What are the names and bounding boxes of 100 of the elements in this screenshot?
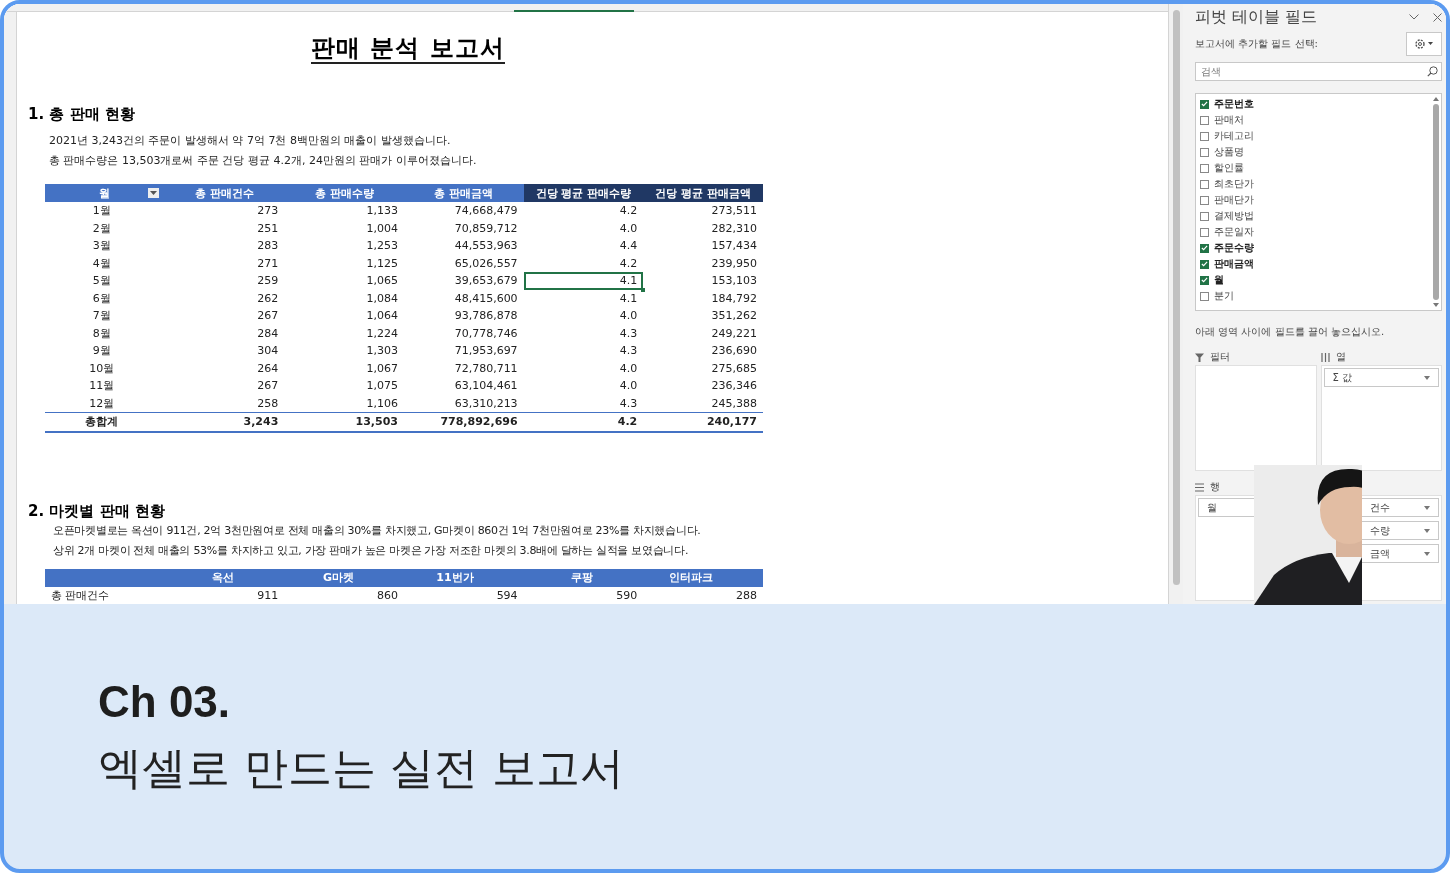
- table-cell-text: 2월: [91, 220, 112, 237]
- table-cell-text: 282,310: [710, 220, 758, 237]
- table-cell-text: 72,780,711: [453, 360, 519, 377]
- table-cell: 239,950: [643, 254, 763, 272]
- scrollbar-thumb[interactable]: [1433, 104, 1439, 300]
- table-cell-text: 262: [256, 290, 280, 307]
- checkbox[interactable]: [1200, 275, 1209, 285]
- column-header: G마켓: [284, 568, 404, 587]
- drag-hint: 아래 영역 사이에 필드를 끌어 놓으십시오.: [1195, 325, 1386, 339]
- checkbox[interactable]: [1200, 195, 1209, 205]
- checkbox[interactable]: [1200, 147, 1209, 157]
- table-cell-text: 267: [256, 308, 280, 325]
- panel-prompt: 보고서에 추가할 필드 선택:: [1195, 37, 1318, 51]
- field-label[interactable]: 주문수량: [1214, 241, 1254, 255]
- table-cell: 258: [164, 394, 285, 413]
- checkbox[interactable]: [1200, 259, 1209, 269]
- checkbox[interactable]: [1200, 227, 1209, 237]
- paragraph: 오픈마켓별로는 옥션이 911건, 2억 3천만원여로 전체 매출의 30%를 차지했고, G마켓이 860건 1억 7천만원여로 23%를 차지했습니다.: [53, 522, 702, 539]
- table-cell-text: 1,067: [365, 360, 399, 377]
- field-label[interactable]: 판매처: [1214, 113, 1244, 127]
- panel-title: 피벗 테이블 필드: [1195, 6, 1319, 28]
- field-label[interactable]: 카테고리: [1214, 129, 1254, 143]
- field-label[interactable]: 월: [1214, 273, 1224, 287]
- field-label[interactable]: 결제방법: [1214, 209, 1254, 223]
- field-label[interactable]: 상품명: [1214, 145, 1244, 159]
- area-item-label: 건수: [1370, 500, 1390, 515]
- area-label: 행: [1210, 480, 1220, 494]
- field-label[interactable]: 주문일자: [1214, 225, 1254, 239]
- columns-icon: [1320, 352, 1330, 362]
- table-cell-text: 10월: [88, 360, 116, 377]
- scroll-down-icon: [1433, 303, 1439, 307]
- column-header: 옥선: [164, 568, 285, 587]
- dropdown-icon: [1424, 528, 1430, 533]
- table-cell-text: 264: [256, 360, 280, 377]
- table-cell-text: 259: [256, 273, 280, 290]
- table-cell: 39,653,679: [403, 272, 524, 290]
- table-cell-text: 70,859,712: [453, 220, 519, 237]
- area-item-label: 월: [1207, 500, 1217, 515]
- field-label[interactable]: 분기: [1214, 289, 1234, 303]
- field-label[interactable]: 할인률: [1214, 161, 1244, 175]
- scrollbar-thumb[interactable]: [1172, 10, 1180, 585]
- section-heading: 2. 마켓별 판매 현황: [28, 500, 166, 521]
- chapter-title: 엑셀로 만드는 실전 보고서: [98, 741, 625, 795]
- settings-button[interactable]: [1406, 32, 1442, 56]
- chapter-label: Ch 03.: [98, 676, 232, 728]
- report-title: 판매 분석 보고서: [311, 34, 505, 64]
- filter-dropdown-button[interactable]: [147, 188, 159, 198]
- checkbox[interactable]: [1200, 115, 1209, 125]
- checkbox[interactable]: [1200, 163, 1209, 173]
- search-icon: [1427, 66, 1438, 77]
- column-header: 건당 평균 판매수량: [523, 184, 644, 202]
- table-cell: 1,106: [284, 394, 404, 413]
- table-cell: 3,243: [164, 412, 285, 432]
- table-cell: 245,388: [643, 394, 763, 413]
- checkbox[interactable]: [1200, 179, 1209, 189]
- close-icon: [1433, 12, 1442, 22]
- table-cell: 총 판매건수: [45, 586, 165, 604]
- table-cell-text: 4.3: [618, 325, 639, 342]
- field-label[interactable]: 주문번호: [1214, 97, 1254, 111]
- table-cell-text: 11월: [88, 378, 116, 395]
- table-cell: 288: [643, 586, 763, 604]
- checkbox[interactable]: [1200, 211, 1209, 221]
- table-cell: 240,177: [643, 412, 763, 432]
- table-cell-text: 1,084: [365, 290, 399, 307]
- table-cell-text: 1,253: [365, 238, 399, 255]
- table-cell-text: 271: [256, 255, 280, 272]
- checkbox[interactable]: [1200, 131, 1209, 141]
- table-cell-text: 236,690: [710, 343, 758, 360]
- table-cell: 911: [164, 586, 285, 604]
- table-cell-text: 251: [256, 220, 280, 237]
- chevron-icon: [1409, 14, 1419, 20]
- table-cell: 1월: [45, 202, 165, 220]
- table-cell-text: 93,786,878: [453, 308, 519, 325]
- dropdown-icon: [1424, 375, 1430, 380]
- field-label[interactable]: 최초단가: [1214, 177, 1254, 191]
- table-cell-text: 7월: [91, 308, 112, 325]
- table-cell-text: 1,224: [365, 325, 399, 342]
- column-header: 총 판매건수: [164, 184, 285, 202]
- rows-icon: [1195, 482, 1204, 492]
- table-cell-text: 236,346: [710, 378, 758, 395]
- caret-icon: [149, 191, 157, 195]
- column-header: 총 판매금액: [403, 184, 524, 202]
- table-cell: 총합계: [45, 412, 165, 432]
- paragraph: 총 판매수량은 13,503개로써 주문 건당 평균 4.2개, 24만원의 판매가 이루어졌습니다.: [49, 153, 478, 169]
- checkbox[interactable]: [1200, 99, 1209, 109]
- area-item-label: Σ 값: [1332, 370, 1352, 385]
- checkbox[interactable]: [1200, 243, 1209, 253]
- table-cell-text: 8월: [91, 325, 112, 342]
- field-label[interactable]: 판매단가: [1214, 193, 1254, 207]
- field-label[interactable]: 판매금액: [1214, 257, 1254, 271]
- area-item[interactable]: Σ 값: [1323, 368, 1439, 387]
- table-cell-text: 157,434: [710, 238, 758, 255]
- table-cell-text: 4.0: [618, 308, 639, 325]
- checkbox[interactable]: [1200, 291, 1209, 301]
- table-cell: 63,310,213: [403, 394, 524, 413]
- table-cell: 74,668,479: [403, 202, 524, 220]
- search-field[interactable]: 검색: [1195, 62, 1442, 81]
- table-cell: 12월: [45, 394, 165, 413]
- table-cell: 184,792: [643, 289, 763, 307]
- area-label: 필터: [1210, 350, 1230, 364]
